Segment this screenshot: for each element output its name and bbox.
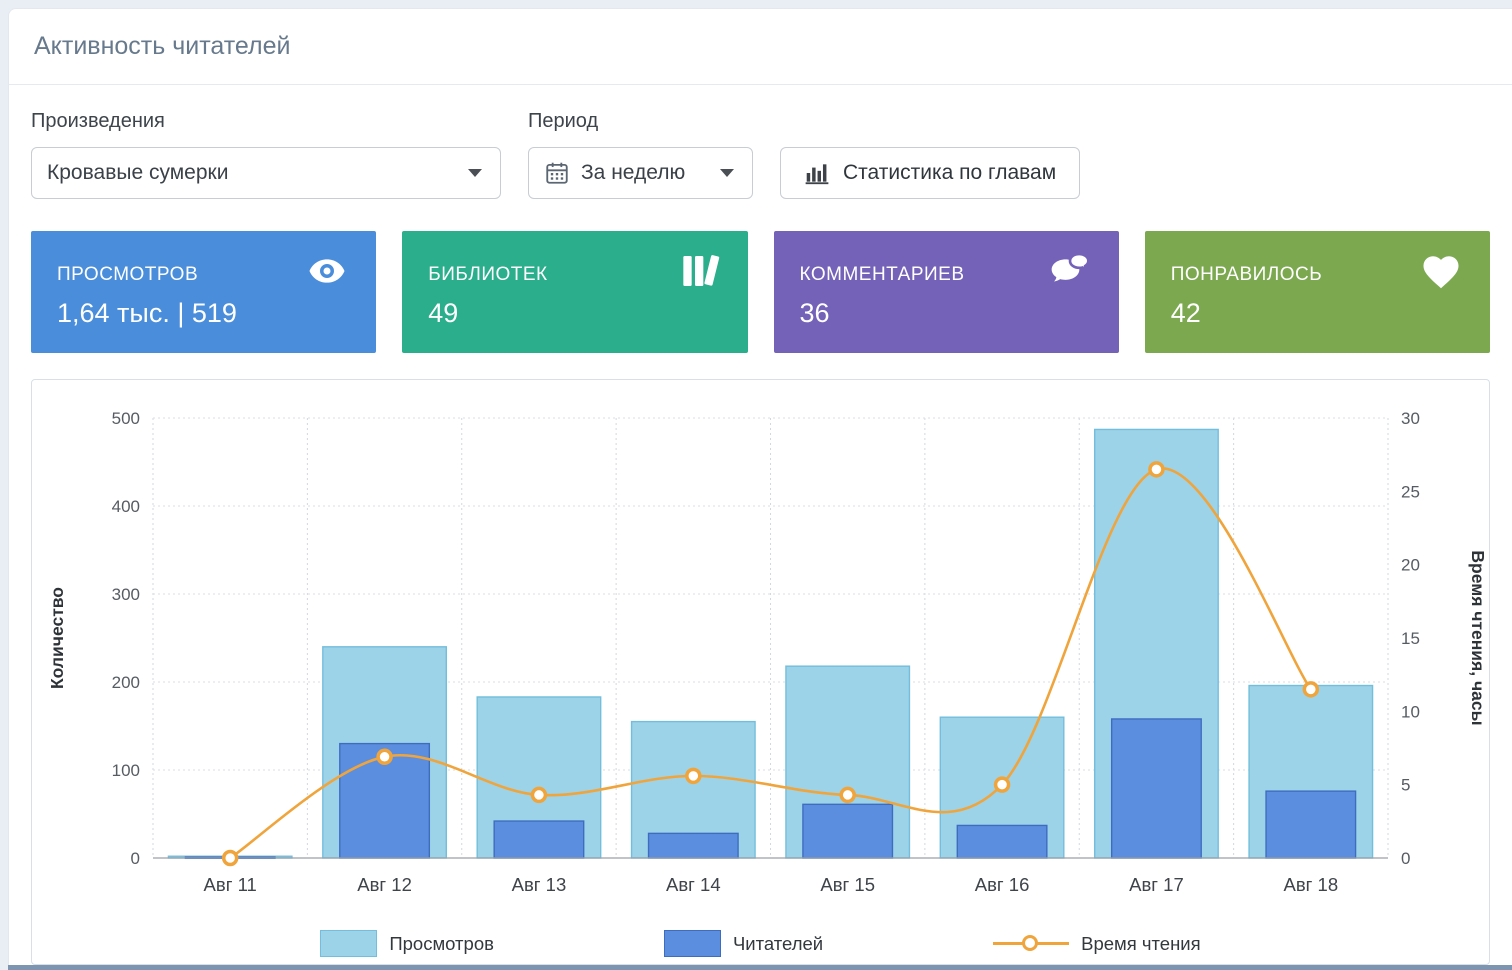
tick-label: 300 [112,585,140,604]
tick-label: 200 [112,673,140,692]
readers-swatch [664,930,721,957]
legend-label: Время чтения [1081,933,1201,955]
legend-item-views[interactable]: Просмотров [320,930,494,957]
xlab-label: Авг 12 [357,874,412,895]
xlab-label: Авг 17 [1129,874,1184,895]
filters-row: Произведения Кровавые сумерки Период [31,109,1490,199]
stat-card-likes: ПОНРАВИЛОСЬ 42 [1145,231,1490,353]
chevron-down-icon [468,169,482,177]
tick-label: 500 [112,409,140,428]
tick-label: 20 [1401,556,1420,575]
tick-label: 15 [1401,629,1420,648]
period-select-value: За неделю [581,161,710,185]
stat-value: 42 [1171,298,1464,329]
period-select[interactable]: За неделю [528,147,753,199]
stat-value: 49 [428,298,721,329]
views-swatch [320,930,377,957]
line-point-2[interactable] [532,788,545,801]
panel-body: Произведения Кровавые сумерки Период [9,85,1512,965]
stat-card-comments: КОММЕНТАРИЕВ 36 [774,231,1119,353]
tick-label: 25 [1401,482,1420,501]
period-label: Период [528,109,753,133]
chart-legend: Просмотров Читателей Время чтения [32,930,1489,957]
bar-chart-icon [804,160,830,186]
tick-label: 100 [112,761,140,780]
calendar-icon [544,160,570,186]
legend-label: Читателей [733,933,823,955]
panel-header: Активность читателей [9,9,1512,85]
period-filter-group: Период За [528,109,753,199]
legend-label: Просмотров [389,933,494,955]
next-section-edge [8,965,1512,970]
reader-activity-panel: Активность читателей Произведения Кровав… [8,8,1512,970]
comments-icon [1047,251,1093,291]
tick-label: 30 [1401,409,1420,428]
activity-chart[interactable]: 0 100 200 300 400 500 0 5 10 15 20 25 30 Авг 11 Авг 12… [32,382,1489,922]
bar-1-6[interactable] [1112,719,1202,858]
line-point-6[interactable] [1150,463,1163,476]
page-title: Активность читателей [34,32,290,61]
tick-label: 400 [112,497,140,516]
line-point-icon [1022,935,1038,951]
xlab-label: Авг 11 [204,874,257,895]
works-select[interactable]: Кровавые сумерки [31,147,501,199]
xlab-label: Авг 18 [1283,874,1338,895]
xlab-label: Авг 13 [512,874,567,895]
axtitle-label: Время чтения, часы [1468,550,1488,725]
heart-icon [1418,251,1464,293]
tick-label: 10 [1401,702,1420,721]
line-point-4[interactable] [841,788,854,801]
tick-label: 5 [1401,776,1410,795]
stats-row: ПРОСМОТРОВ 1,64 тыс. | 519 БИБЛИОТЕК 49 [31,231,1490,353]
bar-1-4[interactable] [803,804,893,858]
line-point-7[interactable] [1304,683,1317,696]
eye-icon [304,251,350,291]
tick-label: 0 [131,849,140,868]
tick-label: 0 [1401,849,1410,868]
stat-value: 36 [800,298,1093,329]
line-marker-icon [993,942,1069,945]
chapter-stats-button-label: Статистика по главам [843,161,1056,185]
bar-1-7[interactable] [1266,791,1356,858]
stat-card-views: ПРОСМОТРОВ 1,64 тыс. | 519 [31,231,376,353]
legend-item-readers[interactable]: Читателей [664,930,823,957]
works-filter-group: Произведения Кровавые сумерки [31,109,501,199]
stat-card-libraries: БИБЛИОТЕК 49 [402,231,747,353]
chapter-stats-group: Статистика по главам [780,147,1080,199]
xlab-label: Авг 16 [975,874,1030,895]
xlab-label: Авг 15 [820,874,875,895]
xlab-label: Авг 14 [666,874,721,895]
works-label: Произведения [31,109,501,133]
legend-item-reading-time[interactable]: Время чтения [993,933,1201,955]
chapter-stats-button[interactable]: Статистика по главам [780,147,1080,199]
axtitle-label: Количество [47,587,67,689]
line-point-5[interactable] [996,778,1009,791]
chevron-down-icon [720,169,734,177]
bar-1-5[interactable] [957,825,1047,858]
line-point-3[interactable] [687,769,700,782]
books-icon [678,251,722,291]
stat-value: 1,64 тыс. | 519 [57,298,350,329]
bar-1-2[interactable] [494,821,584,858]
bar-1-3[interactable] [649,833,739,858]
works-select-value: Кровавые сумерки [47,161,458,185]
line-point-0[interactable] [224,852,237,865]
line-point-1[interactable] [378,750,391,763]
chart-panel: 0 100 200 300 400 500 0 5 10 15 20 25 30 Авг 11 Авг 12… [31,379,1490,965]
